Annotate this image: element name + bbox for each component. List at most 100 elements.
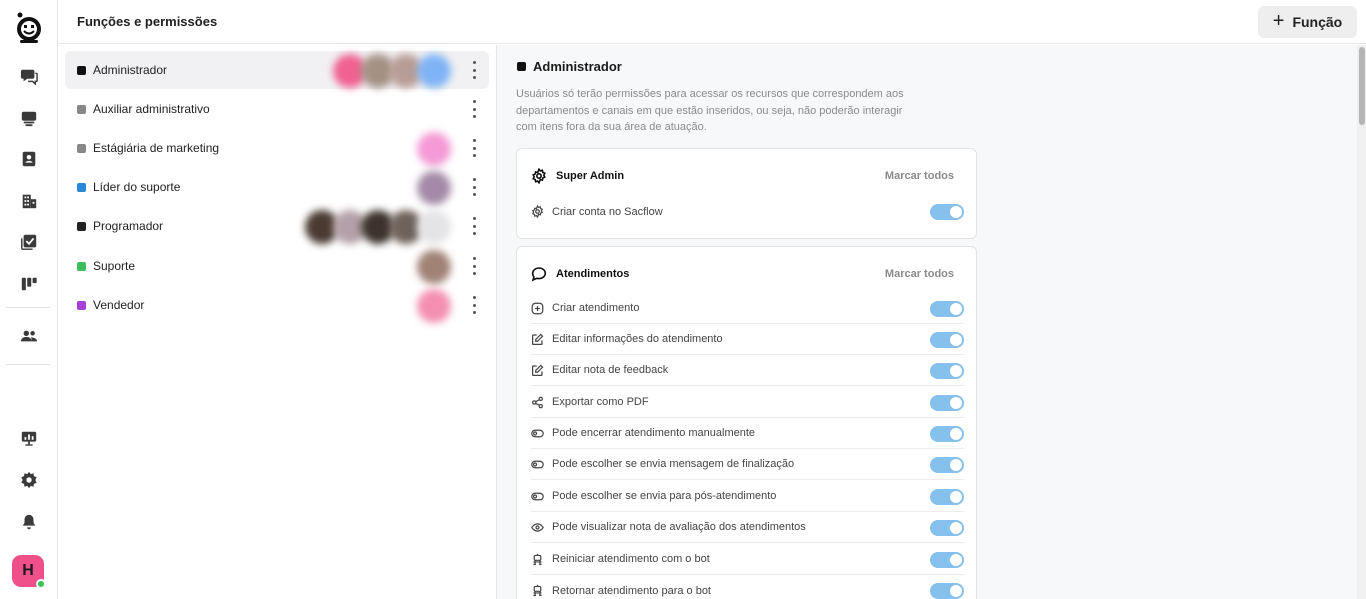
member-avatar [417, 132, 451, 166]
member-avatars [417, 289, 451, 323]
role-menu-button[interactable] [468, 217, 480, 235]
role-menu-button[interactable] [468, 257, 480, 275]
plus-icon: + [1272, 10, 1285, 32]
permission-label: Exportar como PDF [552, 396, 649, 408]
nav-team[interactable] [0, 318, 58, 354]
section-super-admin: Super Admin Marcar todos Criar conta no … [516, 148, 977, 239]
role-item-vendedor[interactable]: Vendedor [65, 286, 489, 324]
role-item-suporte[interactable]: Suporte [65, 247, 489, 285]
permission-toggle[interactable] [930, 520, 964, 536]
role-detail-title: Administrador [517, 59, 622, 74]
role-item-auxiliar-administrativo[interactable]: Auxiliar administrativo [65, 90, 489, 128]
mark-all-button[interactable]: Marcar todos [885, 170, 954, 182]
role-menu-button[interactable] [468, 178, 480, 196]
role-menu-button[interactable] [468, 139, 480, 157]
role-color [77, 143, 86, 153]
member-avatars [333, 54, 451, 88]
role-detail-title-text: Administrador [533, 59, 622, 74]
nav-kanban[interactable] [0, 266, 58, 302]
gear-icon [532, 168, 546, 184]
permission-toggle[interactable] [930, 301, 964, 317]
scrollbar-thumb[interactable] [1359, 47, 1365, 125]
permission-toggle[interactable] [930, 426, 964, 442]
scrollbar[interactable] [1357, 45, 1366, 599]
plus-circle-icon [531, 302, 544, 314]
role-name: Vendedor [93, 298, 145, 312]
permission-toggle[interactable] [930, 204, 964, 220]
add-role-button[interactable]: + Função [1258, 6, 1357, 38]
nav-rail: H [0, 0, 58, 599]
toggle-icon [531, 429, 544, 437]
permission-toggle[interactable] [930, 395, 964, 411]
section-title: Super Admin [556, 170, 625, 182]
member-avatar [417, 54, 451, 88]
nav-settings[interactable] [0, 462, 58, 498]
permission-toggle[interactable] [930, 489, 964, 505]
role-item-programador[interactable]: Programador [65, 207, 489, 245]
kanban-icon [21, 277, 37, 291]
role-item-lider-suporte[interactable]: Líder do suporte [65, 168, 489, 206]
permission-label: Pode escolher se envia mensagem de final… [552, 458, 795, 470]
permission-toggle[interactable] [930, 583, 964, 599]
nav-divider [6, 364, 50, 365]
edit-icon [532, 333, 544, 345]
member-avatar [417, 210, 451, 244]
role-name: Estágiária de marketing [93, 141, 220, 155]
permission-toggle[interactable] [930, 457, 964, 473]
mark-all-button[interactable]: Marcar todos [885, 268, 954, 280]
permission-label: Editar nota de feedback [552, 364, 669, 376]
permission-label: Pode encerrar atendimento manualmente [552, 427, 756, 439]
section-header: Atendimentos [531, 266, 629, 282]
permission-row: Criar conta no Sacflow [531, 196, 964, 227]
building-icon [22, 194, 37, 209]
role-menu-button[interactable] [468, 296, 480, 314]
permission-row: Editar informações do atendimento [531, 324, 964, 355]
permission-toggle[interactable] [930, 552, 964, 568]
bell-icon [22, 514, 36, 530]
tasks-icon [21, 234, 37, 250]
member-avatar [417, 289, 451, 323]
online-status-dot [36, 579, 46, 589]
role-color [77, 182, 86, 192]
robot-icon [533, 553, 542, 565]
permission-label: Criar atendimento [552, 302, 640, 314]
permission-row: Criar atendimento [531, 293, 964, 324]
app-logo[interactable] [14, 12, 44, 44]
permission-toggle[interactable] [930, 363, 964, 379]
user-initial: H [22, 562, 34, 579]
role-name: Auxiliar administrativo [93, 102, 210, 116]
nav-contacts[interactable] [0, 141, 58, 177]
nav-chat[interactable] [0, 58, 58, 94]
section-header: Super Admin [531, 168, 624, 184]
role-item-administrador[interactable]: Administrador [65, 51, 489, 89]
role-menu-button[interactable] [468, 61, 480, 79]
section-title: Atendimentos [556, 268, 630, 280]
page-title: Funções e permissões [77, 14, 218, 29]
share-icon [532, 396, 543, 408]
role-name: Administrador [93, 63, 168, 77]
member-avatars [417, 132, 451, 166]
chat-icon [20, 69, 38, 85]
monitor-icon [21, 431, 37, 446]
inbox-icon [21, 111, 37, 127]
role-color [77, 65, 86, 75]
permission-toggle[interactable] [930, 332, 964, 348]
member-avatars [417, 250, 451, 284]
role-menu-button[interactable] [468, 100, 480, 118]
nav-companies[interactable] [0, 183, 58, 219]
permission-label: Pode escolher se envia para pós-atendime… [552, 490, 777, 502]
role-item-estagiaria-marketing[interactable]: Estágiária de marketing [65, 129, 489, 167]
member-avatars [305, 210, 451, 244]
nav-tasks[interactable] [0, 224, 58, 260]
nav-notifications[interactable] [0, 504, 58, 540]
user-avatar[interactable]: H [12, 555, 46, 589]
nav-inbox[interactable] [0, 100, 58, 136]
role-description: Usuários só terão permissões para acessa… [516, 88, 904, 133]
role-name: Programador [93, 219, 164, 233]
nav-monitor[interactable] [0, 420, 58, 456]
permission-row: Pode visualizar nota de avaliação dos at… [531, 512, 964, 543]
permission-label: Pode visualizar nota de avaliação dos at… [552, 521, 806, 533]
robot-icon [533, 584, 542, 596]
permission-row: Pode encerrar atendimento manualmente [531, 418, 964, 449]
role-color [77, 261, 86, 271]
